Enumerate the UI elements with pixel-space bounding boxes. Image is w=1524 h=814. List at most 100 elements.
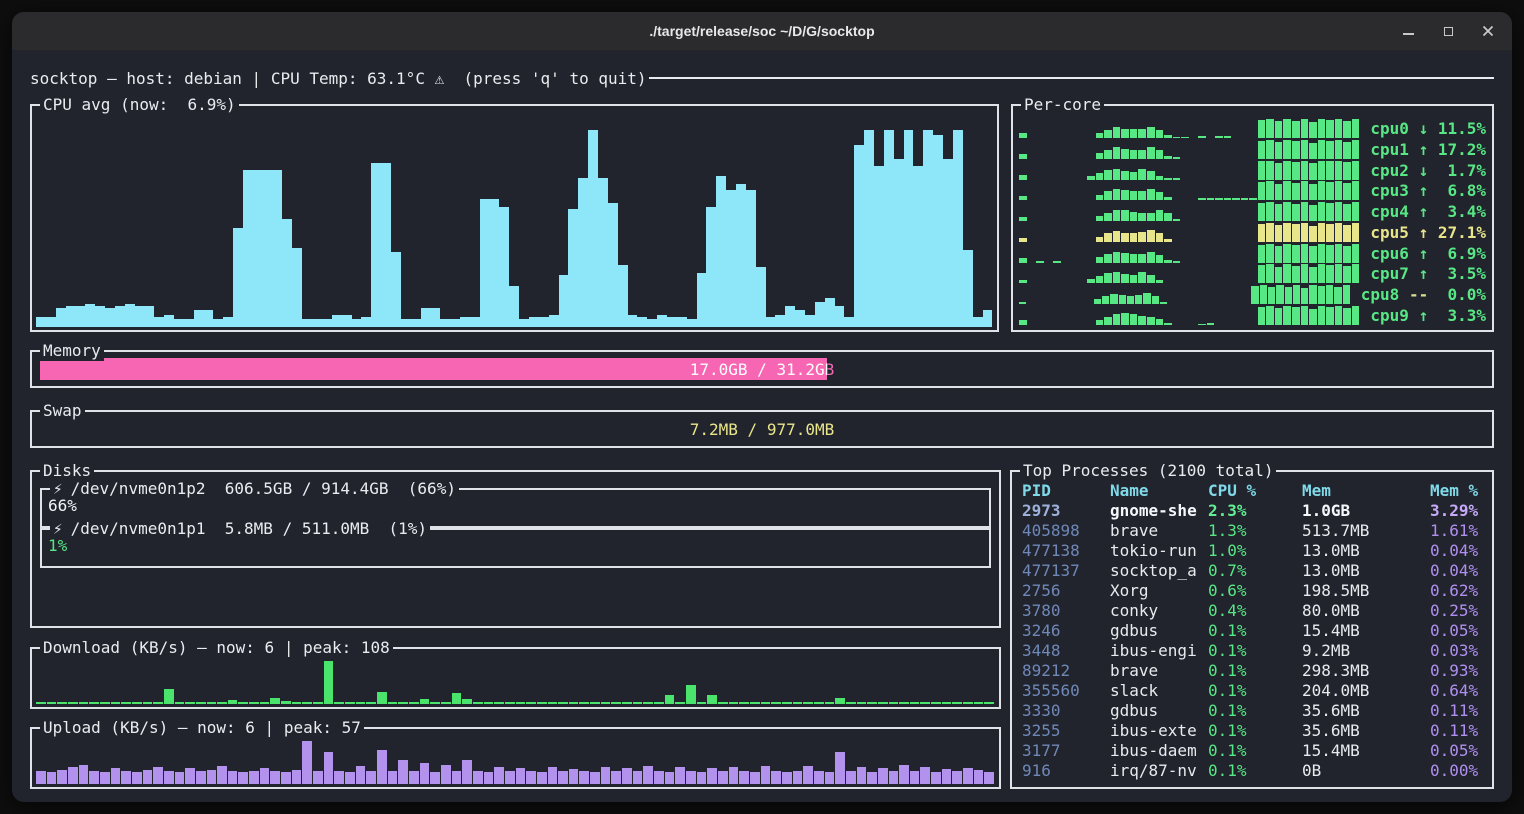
- spark-bar: [1275, 184, 1283, 201]
- spark-bar: [1121, 129, 1129, 138]
- spark-bar: [1147, 147, 1155, 158]
- process-mem-pct: 0.04%: [1430, 541, 1488, 560]
- spark-bar: [1121, 210, 1129, 221]
- spark-bar: [1019, 196, 1027, 201]
- per-core-list: cpu0 ↓ 11.5%cpu1 ↑ 17.2%cpu2 ↓ 1.7%cpu3 …: [1019, 119, 1486, 325]
- upload-bar: [345, 772, 355, 784]
- core-row-cpu0: cpu0 ↓ 11.5%: [1019, 119, 1486, 138]
- close-button[interactable]: [1480, 23, 1496, 39]
- spark-bar: [1334, 287, 1341, 304]
- cpu-avg-bar: [411, 319, 421, 327]
- spark-bar: [1343, 285, 1350, 304]
- spark-bar: [1266, 223, 1274, 242]
- spark-bar: [1113, 252, 1121, 263]
- core-label: cpu9 ↑ 3.3%: [1370, 306, 1486, 325]
- cpu-avg-bar: [657, 315, 667, 327]
- download-bar: [36, 702, 46, 704]
- spark-bar: [1113, 169, 1121, 179]
- spark-bar: [1164, 213, 1172, 221]
- cpu-avg-bar: [440, 319, 450, 327]
- spark-bar: [1309, 309, 1317, 325]
- spark-bar: [1113, 210, 1121, 221]
- core-trend-icon: --: [1409, 285, 1428, 304]
- spark-bar: [1130, 275, 1138, 284]
- header-rule: [649, 77, 1495, 79]
- upload-bar: [761, 766, 771, 784]
- core-sparkline: [1019, 140, 1360, 159]
- memory-gauge: 17.0GB / 31.2GB17.0GB / 31.2GB: [40, 358, 1484, 380]
- spark-bar: [1326, 203, 1334, 221]
- process-mem: 198.5MB: [1302, 581, 1430, 600]
- download-bar: [441, 702, 451, 704]
- spark-bar: [1326, 245, 1334, 263]
- cpu-avg-bar: [174, 319, 184, 327]
- minimize-button[interactable]: [1400, 23, 1416, 39]
- spark-bar: [1343, 142, 1351, 159]
- core-sparkline: [1019, 202, 1360, 221]
- process-name: conky: [1110, 601, 1208, 620]
- process-mem: 13.0MB: [1302, 541, 1430, 560]
- spark-bar: [1343, 204, 1351, 221]
- process-cpu: 0.1%: [1208, 661, 1302, 680]
- spark-bar: [1121, 149, 1129, 159]
- spark-bar: [1266, 264, 1274, 283]
- cpu-avg-bar: [450, 319, 460, 327]
- core-label: cpu1 ↑ 17.2%: [1370, 140, 1486, 159]
- cpu-avg-bar: [253, 170, 263, 327]
- spark-bar: [1292, 141, 1300, 158]
- spark-bar: [1121, 274, 1129, 283]
- cpu-avg-bar: [342, 315, 352, 327]
- upload-bar: [920, 767, 930, 784]
- spark-bar: [1260, 285, 1267, 304]
- cpu-avg-bar: [746, 190, 756, 327]
- spark-bar: [1119, 295, 1126, 304]
- spark-bar: [1292, 307, 1300, 324]
- spark-bar: [1173, 157, 1181, 159]
- spark-bar: [1309, 122, 1317, 138]
- titlebar[interactable]: ./target/release/soc ~/D/G/socktop: [12, 12, 1512, 50]
- maximize-button[interactable]: [1440, 23, 1456, 39]
- spark-bar: [1326, 161, 1334, 179]
- cpu-avg-bar: [312, 319, 322, 327]
- cpu-avg-bar: [36, 317, 46, 327]
- spark-bar: [1019, 217, 1027, 222]
- cpu-avg-bar: [539, 317, 549, 327]
- process-mem: 80.0MB: [1302, 601, 1430, 620]
- download-bar: [920, 702, 930, 704]
- download-bar: [548, 702, 558, 704]
- process-pid: 3255: [1022, 721, 1110, 740]
- spark-bar: [1207, 323, 1215, 325]
- upload-bar: [366, 771, 376, 784]
- upload-bar: [537, 772, 547, 784]
- cpu-avg-bar: [46, 317, 56, 327]
- download-bar: [761, 702, 771, 704]
- spark-bar: [1121, 253, 1129, 263]
- cpu-avg-bar: [233, 228, 243, 327]
- terminal-content: socktop — host: debian | CPU Temp: 63.1°…: [12, 50, 1512, 802]
- upload-bar: [867, 772, 877, 784]
- download-bar: [420, 699, 430, 704]
- cpu-avg-bar: [697, 273, 707, 327]
- upload-bar: [238, 772, 248, 784]
- spark-bar: [1198, 136, 1206, 138]
- cpu-avg-bar: [352, 319, 362, 327]
- process-mem: 298.3MB: [1302, 661, 1430, 680]
- process-mem-pct: 0.05%: [1430, 741, 1488, 760]
- core-label: cpu0 ↓ 11.5%: [1370, 119, 1486, 138]
- upload-bar: [441, 765, 451, 784]
- spark-bar: [1152, 296, 1159, 304]
- spark-bar: [1292, 183, 1300, 200]
- spark-bar: [1156, 255, 1164, 263]
- spark-bar: [1173, 219, 1181, 221]
- upload-bar: [388, 771, 398, 784]
- core-percent: 17.2%: [1428, 140, 1486, 159]
- spark-bar: [1275, 204, 1283, 221]
- upload-panel-title: Upload (KB/s) — now: 6 | peak: 57: [40, 718, 364, 738]
- process-row: 3246gdbus0.1%15.4MB0.05%: [1022, 620, 1488, 640]
- spark-bar: [1283, 140, 1291, 159]
- spark-bar: [1301, 223, 1309, 242]
- download-bar: [825, 702, 835, 704]
- cpu-avg-bar: [578, 178, 588, 327]
- spark-bar: [1130, 254, 1138, 263]
- process-mem: 35.6MB: [1302, 701, 1430, 720]
